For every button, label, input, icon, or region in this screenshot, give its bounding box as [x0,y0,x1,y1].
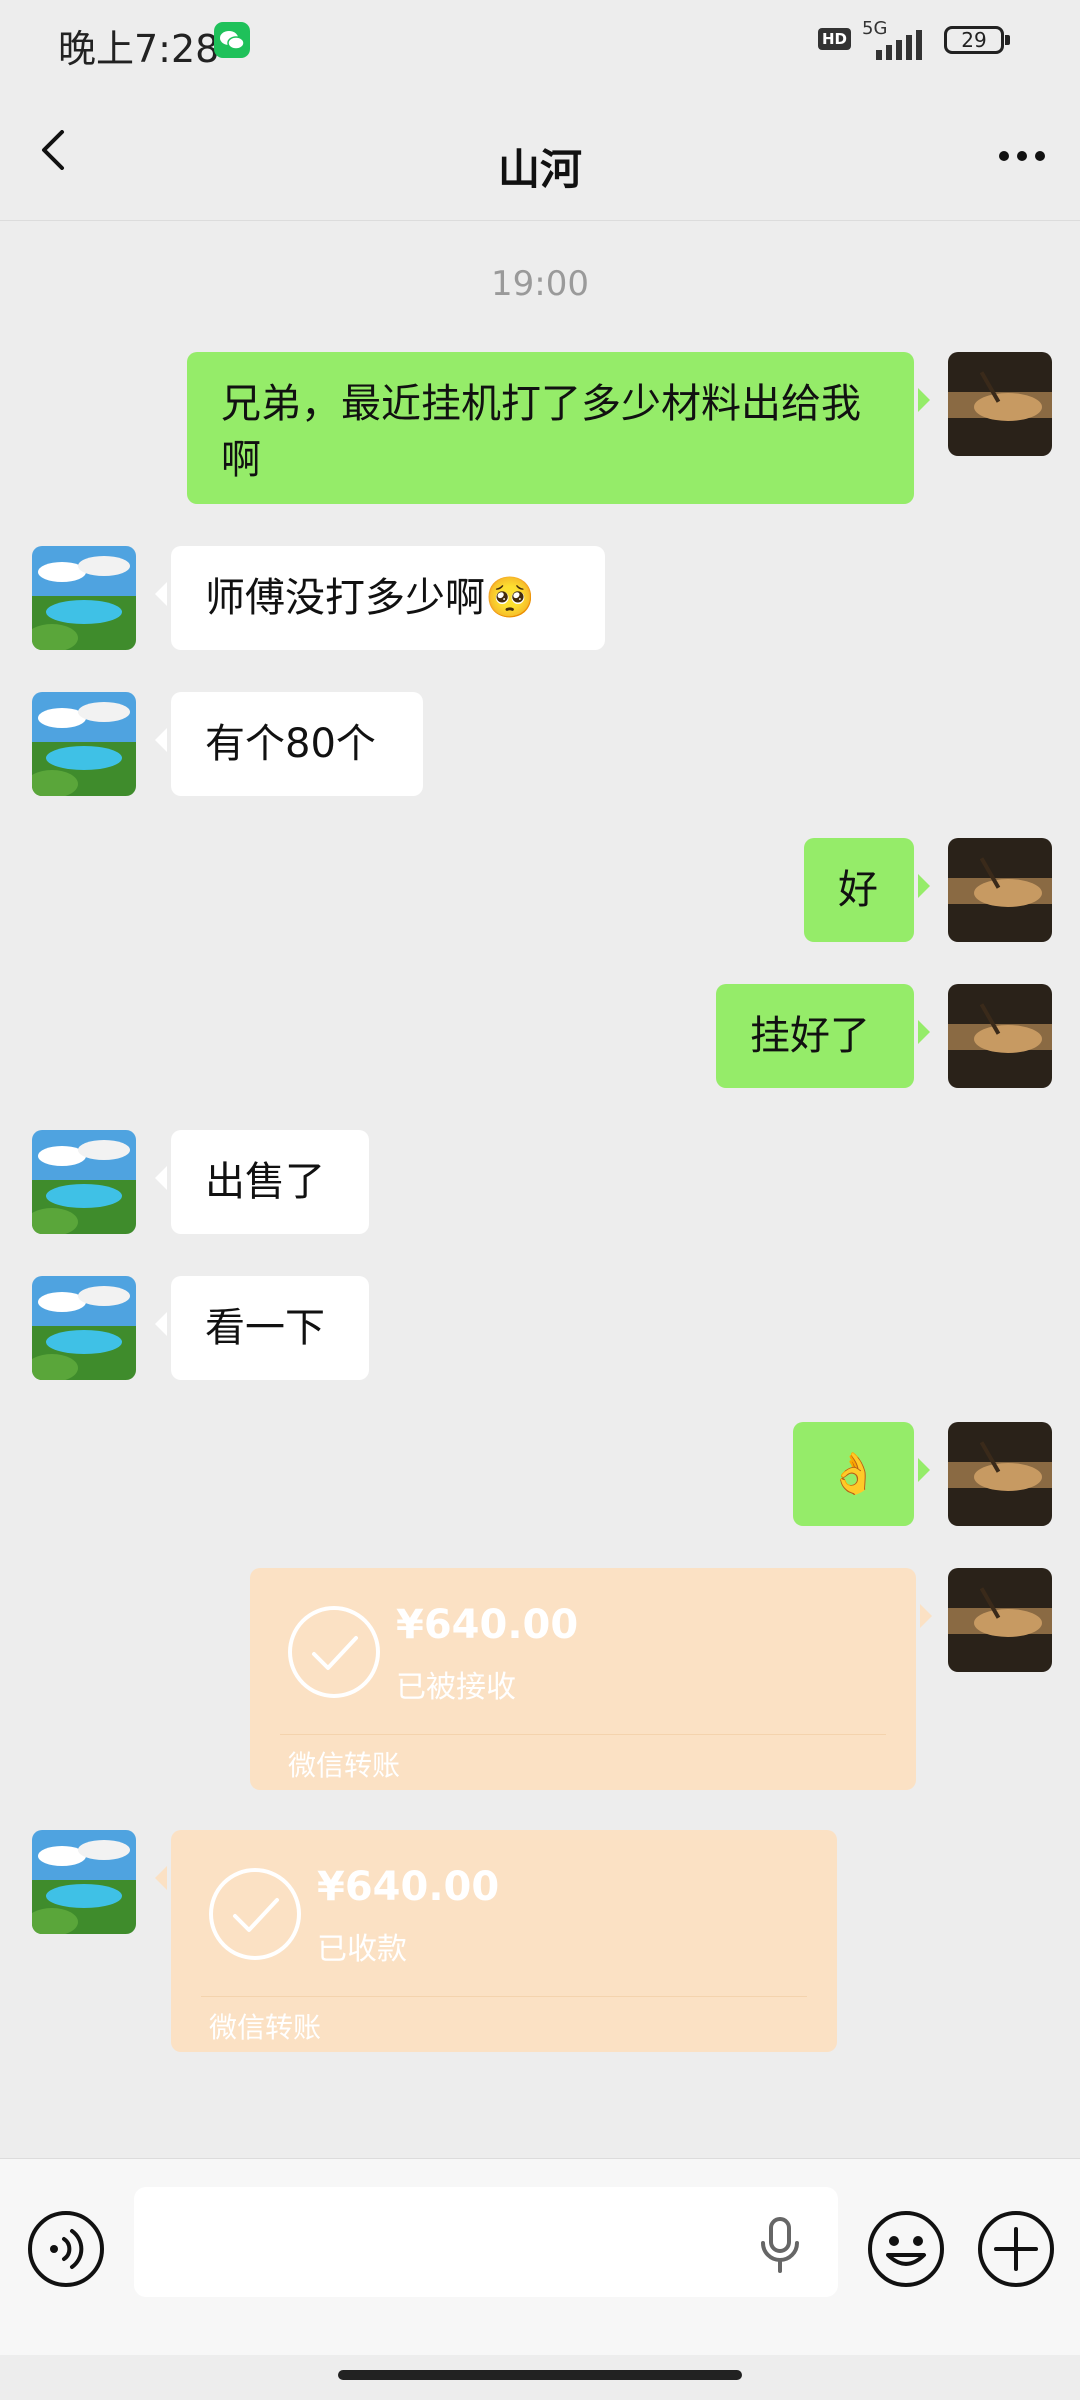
message-bubble[interactable]: 挂好了 [716,984,930,1088]
mic-icon[interactable] [760,2217,800,2273]
hd-icon: HD [818,28,852,50]
status-bar: 晚上7:28 HD 5G 29 [0,0,1080,80]
transfer-card[interactable]: ¥640.00 已收款 微信转账 [155,1830,837,2052]
transfer-status: 已被接收 [396,1670,516,1705]
my-avatar[interactable] [948,1568,1052,1672]
message-bubble[interactable]: 有个80个 [155,692,423,796]
chat-header: 山河 [0,80,1080,221]
divider [201,1996,807,1997]
my-avatar[interactable] [948,1422,1052,1526]
message-text: 挂好了 [750,1013,870,1059]
message-bubble[interactable]: 看一下 [155,1276,369,1380]
battery-level: 29 [961,28,987,52]
message-bubble[interactable]: 好 [804,838,930,942]
status-time: 晚上7:28 [58,27,220,71]
transfer-status: 已收款 [317,1932,407,1967]
signal-icon [876,30,922,60]
contact-avatar[interactable] [32,1830,136,1934]
my-avatar[interactable] [948,352,1052,456]
contact-avatar[interactable] [32,1276,136,1380]
voice-icon[interactable] [26,2209,106,2289]
plus-icon[interactable] [976,2209,1056,2289]
message-text: 好 [838,867,878,913]
checkmark-icon [288,1606,380,1698]
more-icon[interactable] [998,150,1046,162]
transfer-label: 微信转账 [288,1749,401,1782]
transfer-amount: ¥640.00 [396,1602,579,1648]
transfer-card[interactable]: ¥640.00 已被接收 微信转账 [250,1568,932,1790]
divider [280,1734,886,1735]
chat-title: 山河 [497,145,582,194]
emoji-icon[interactable] [866,2209,946,2289]
contact-avatar[interactable] [32,1130,136,1234]
chat-timestamp: 19:00 [491,264,589,304]
contact-avatar[interactable] [32,692,136,796]
message-text: 看一下 [205,1305,325,1351]
wechat-notification-icon [214,22,250,58]
message-input[interactable] [134,2187,838,2297]
input-bar [0,2158,1080,2355]
battery-icon: 29 [944,26,1010,54]
message-bubble[interactable]: 👌 [793,1422,930,1526]
transfer-amount: ¥640.00 [317,1864,500,1910]
my-avatar[interactable] [948,984,1052,1088]
contact-avatar[interactable] [32,546,136,650]
message-bubble[interactable]: 出售了 [155,1130,369,1234]
message-bubble[interactable]: 师傅没打多少啊🥺 [155,546,605,650]
message-text: 兄弟，最近挂机打了多少材料出给我啊 [221,381,861,483]
checkmark-icon [209,1868,301,1960]
ok-hand-emoji: 👌 [828,1451,879,1497]
transfer-label: 微信转账 [209,2011,322,2044]
home-indicator[interactable] [338,2370,742,2380]
my-avatar[interactable] [948,838,1052,942]
message-text: 出售了 [205,1159,325,1205]
message-text: 有个80个 [205,721,376,767]
message-text: 师傅没打多少啊🥺 [205,575,535,621]
message-bubble[interactable]: 兄弟，最近挂机打了多少材料出给我啊 [187,352,930,504]
